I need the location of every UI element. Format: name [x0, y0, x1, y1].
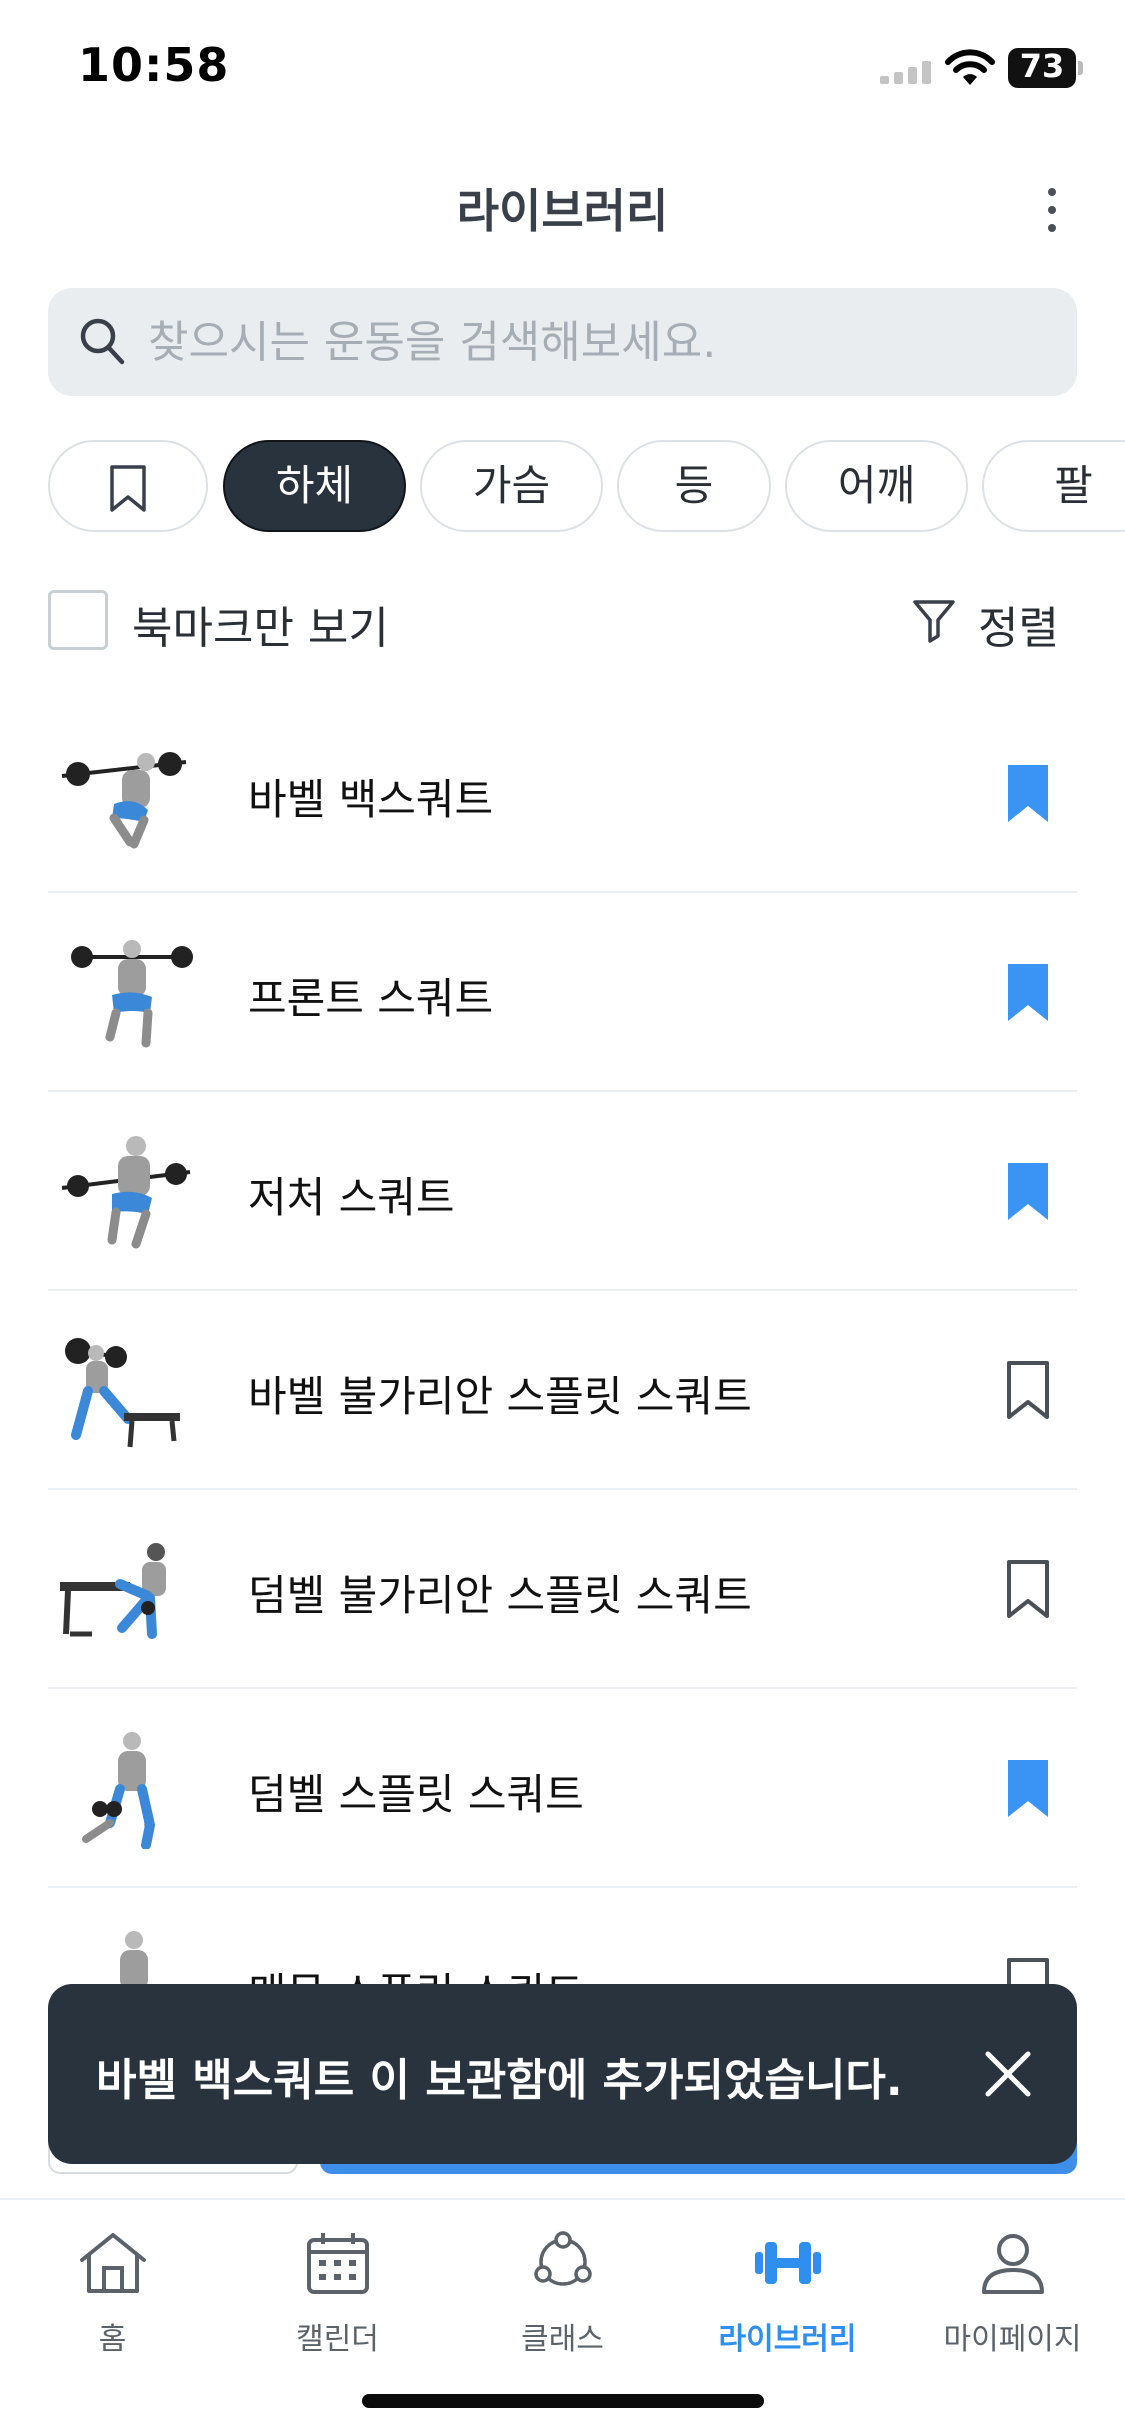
person-icon: [981, 2234, 1044, 2294]
search-input[interactable]: [148, 310, 1028, 374]
wifi-icon: [945, 49, 995, 85]
exercise-name: 바벨 백스쿼트: [248, 775, 494, 824]
exercise-name: 덤벨 불가리안 스플릿 스쿼트: [248, 1571, 752, 1620]
close-icon[interactable]: [966, 2032, 1050, 2116]
bookmark-filled-icon[interactable]: [1003, 762, 1053, 826]
battery-tip: [1078, 61, 1083, 75]
chip-chest[interactable]: 가슴: [420, 440, 603, 532]
dumbbell-icon: [754, 2242, 821, 2284]
class-icon: [533, 2231, 592, 2286]
chip-back[interactable]: 등: [617, 440, 771, 532]
exercise-name: 덤벨 스플릿 스쿼트: [248, 1770, 584, 1819]
more-vertical-icon-dot: [1048, 206, 1056, 214]
more-vertical-icon: [1048, 188, 1056, 196]
filter-icon[interactable]: [912, 598, 956, 644]
exercise-thumbnail: [82, 1732, 156, 1849]
status-bar: 10:58 73: [0, 0, 1125, 140]
bookmark-filled-icon[interactable]: [1003, 1757, 1053, 1821]
exercise-row[interactable]: 프론트 스쿼트: [48, 893, 1077, 1092]
home-indicator: [362, 2394, 764, 2408]
exercise-row[interactable]: 저처 스쿼트: [48, 1092, 1077, 1291]
exercise-name: 바벨 불가리안 스플릿 스쿼트: [248, 1372, 752, 1421]
bookmark-icon: [110, 465, 146, 512]
cellular-signal-icon: [880, 61, 931, 84]
more-options-button[interactable]: [1032, 180, 1072, 240]
tab-mypage[interactable]: 마이페이지: [900, 2230, 1125, 2380]
exercise-thumbnail: [61, 1136, 191, 1249]
exercise-row[interactable]: 바벨 백스쿼트: [48, 694, 1077, 893]
exercise-thumbnail: [71, 940, 193, 1048]
status-time: 10:58: [78, 38, 230, 92]
exercise-row[interactable]: 덤벨 스플릿 스쿼트: [48, 1689, 1077, 1888]
battery-level: 73: [1019, 47, 1065, 85]
exercise-thumbnail: [65, 1338, 180, 1448]
bookmark-outline-icon[interactable]: [1003, 1359, 1053, 1423]
home-icon: [79, 2233, 146, 2293]
toast-message: 바벨 백스쿼트 이 보관함에 추가되었습니다.: [96, 2055, 903, 2106]
search-icon: [80, 318, 125, 365]
tab-label: 라이브러리: [718, 2322, 857, 2357]
exercise-row[interactable]: 바벨 불가리안 스플릿 스쿼트: [48, 1291, 1077, 1490]
chip-shoulder[interactable]: 어깨: [785, 440, 968, 532]
category-chips: 하체 가슴 등 어깨 팔: [48, 440, 1125, 532]
bookmark-only-checkbox[interactable]: [48, 590, 108, 650]
chip-arm[interactable]: 팔: [982, 440, 1125, 532]
bookmark-filled-icon[interactable]: [1003, 961, 1053, 1025]
bookmark-only-label[interactable]: 북마크만 보기: [132, 592, 389, 656]
calendar-icon: [306, 2233, 369, 2294]
tab-library[interactable]: 라이브러리: [675, 2230, 900, 2380]
bookmark-filled-icon[interactable]: [1003, 1160, 1053, 1224]
tab-class[interactable]: 클래스: [450, 2230, 675, 2380]
tab-label: 마이페이지: [943, 2322, 1082, 2357]
tab-label: 캘린더: [296, 2322, 379, 2357]
exercise-row[interactable]: 덤벨 불가리안 스플릿 스쿼트: [48, 1490, 1077, 1689]
exercise-thumbnail: [60, 1543, 166, 1639]
sort-button[interactable]: 정렬: [978, 592, 1059, 656]
chip-bookmark[interactable]: [48, 440, 208, 532]
bookmark-outline-icon[interactable]: [1003, 1558, 1053, 1622]
tab-home[interactable]: 홈: [0, 2230, 225, 2380]
exercise-name: 프론트 스쿼트: [248, 974, 494, 1023]
page-title: 라이브러리: [456, 184, 669, 238]
search-bar[interactable]: [48, 288, 1077, 396]
tab-label: 홈: [98, 2322, 127, 2357]
more-vertical-icon-dot: [1048, 224, 1056, 232]
exercise-thumbnail: [61, 752, 187, 849]
chip-lower-body[interactable]: 하체: [223, 440, 406, 532]
exercise-name: 저처 스쿼트: [248, 1173, 455, 1222]
tab-label: 클래스: [521, 2322, 604, 2357]
toast-notification: 바벨 백스쿼트 이 보관함에 추가되었습니다.: [48, 1984, 1077, 2164]
tab-calendar[interactable]: 캘린더: [225, 2230, 450, 2380]
